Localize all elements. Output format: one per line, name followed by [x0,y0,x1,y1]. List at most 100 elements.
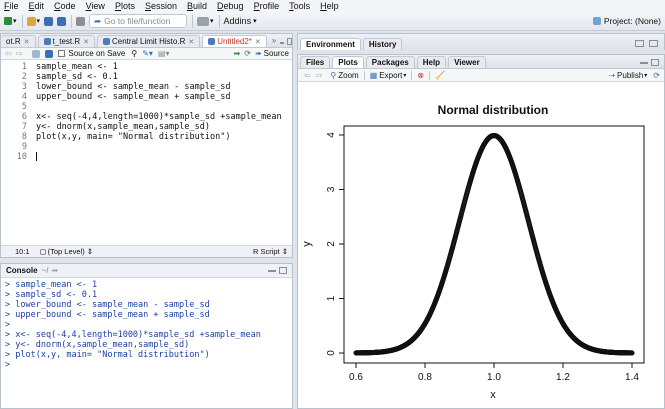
plots-toolbar: ⇦ ⇨ ⚲ Zoom ▦ Export ▾ ⊗ 🧹 ⇢ Publish ▾ ⟳ [298,69,664,82]
addins-label: Addins [223,16,252,26]
toolbar-divider [192,14,194,28]
minimize-icon[interactable] [640,62,648,64]
run-icon[interactable]: ➡ [234,49,241,58]
show-in-window-icon[interactable] [32,49,41,58]
tab-central-limit[interactable]: Central Limit Histo.R ✕ [97,35,201,47]
goto-file-input[interactable]: ➦ Go to file/function [89,14,188,28]
forward-icon[interactable]: ⇨ [316,71,323,80]
back-icon[interactable]: ⇦ [5,49,12,58]
tab-help[interactable]: Help [416,56,447,68]
line-number: 10 [16,152,27,162]
main-toolbar: ▾ ▾ ➦ Go to file/function ▾ Addins ▾ Proje… [0,12,665,31]
remove-plot-icon[interactable]: ⊗ [417,71,424,80]
maximize-icon[interactable] [649,40,658,47]
maximize-icon[interactable] [651,59,659,66]
save-all-icon[interactable] [57,14,67,28]
console-output[interactable]: > sample_mean <- 1 > sample_sd <- 0.1 > lo… [1,279,292,408]
clear-plots-icon[interactable]: 🧹 [435,71,445,80]
goto-arrow-icon: ➦ [94,15,102,26]
open-project-icon[interactable]: ▾ [26,14,40,28]
scope-selector[interactable]: (Top Level) ⇕ [39,247,93,256]
close-icon[interactable]: ✕ [188,38,194,46]
x-tick-label: 0.6 [349,372,363,383]
toolbar-divider [411,70,413,80]
zoom-label: Zoom [338,70,359,80]
go-to-dir-icon[interactable]: ➦ [51,266,58,275]
addins-button[interactable]: Addins ▾ [224,14,257,28]
menu-help[interactable]: Help [320,1,339,11]
tab-t-test-r[interactable]: t_test.R ✕ [37,35,95,47]
r-file-icon [43,38,51,45]
menu-code[interactable]: Code [54,1,76,11]
menu-view[interactable]: View [86,1,105,11]
code-area[interactable]: 1 sample_mean <- 1 2 sample_sd <- 0.1 3 lower… [1,61,292,244]
tab-files[interactable]: Files [300,56,331,68]
toolbar-divider [363,70,365,80]
project-menu[interactable]: Project: (None) [592,14,661,28]
close-icon[interactable]: ✕ [24,38,30,46]
tab-plots[interactable]: Plots [332,56,364,68]
source-on-save-checkbox[interactable] [58,50,66,57]
maximize-icon[interactable] [287,38,292,45]
maximize-icon[interactable] [279,267,287,274]
console-line: > lower_bound <- sample_mean - sample_sd [5,300,210,310]
minimize-icon[interactable] [268,269,276,272]
close-icon[interactable]: ✕ [83,38,89,46]
menu-file[interactable]: File [4,1,19,11]
menu-plots[interactable]: Plots [115,1,135,11]
tab-history[interactable]: History [362,38,403,50]
tab-untitled2[interactable]: Untitled2* ✕ [202,35,267,47]
source-label: Source [263,49,289,58]
goto-placeholder: Go to file/function [104,16,171,26]
close-icon[interactable]: ✕ [255,38,261,46]
source-button[interactable]: ➠ Source [255,49,289,58]
compile-icon[interactable]: ▤▾ [158,49,170,58]
editor-status-bar: 10:1 (Top Level) ⇕ R Script ⇕ [1,245,292,257]
grid-icon[interactable]: ▾ [197,14,214,28]
refresh-icon[interactable]: ⟳ [653,71,660,80]
console-pane: Console ~/ ➦ > sample_mean <- 1 > sample_… [0,263,293,409]
publish-label: Publish [617,70,644,80]
print-icon[interactable] [76,14,86,28]
menu-session[interactable]: Session [145,1,177,11]
toolbar-divider [429,70,431,80]
publish-button[interactable]: ⇢ Publish ▾ [608,71,647,80]
y-tick-label: 3 [326,186,337,192]
line-number: 4 [21,92,27,102]
source-arrow-icon: ➠ [254,49,262,58]
minimize-icon[interactable] [280,42,285,44]
console-line: > sample_mean <- 1 [5,280,98,290]
menu-bar: File Edit Code View Plots Session Build … [0,0,665,12]
plots-pane: Files Plots Packages Help Viewer ⇦ ⇨ ⚲ Zo… [297,54,665,409]
tab-environment[interactable]: Environment [300,38,361,50]
menu-tools[interactable]: Tools [289,1,310,11]
tab-label: ot.R [6,37,21,46]
wand-icon[interactable]: ✎▾ [142,49,153,58]
x-tick-label: 0.8 [418,372,432,383]
save-icon[interactable] [44,14,54,28]
save-icon[interactable] [45,49,54,58]
zoom-button[interactable]: ⚲ Zoom [330,71,358,80]
menu-debug[interactable]: Debug [217,1,244,11]
tab-packages[interactable]: Packages [365,56,415,68]
x-tick-label: 1.4 [625,372,639,383]
export-button[interactable]: ▦ Export ▾ [370,71,407,80]
restore-icon[interactable] [635,40,644,47]
tab-viewer[interactable]: Viewer [448,56,486,68]
rerun-icon[interactable]: ⟳ [244,49,251,58]
more-tabs-icon[interactable]: » [272,36,276,45]
file-type-selector[interactable]: R Script ⇕ [253,247,288,256]
menu-edit[interactable]: Edit [29,1,45,11]
tab-ot-r[interactable]: ot.R ✕ [1,35,36,47]
publish-icon: ⇢ [608,70,616,80]
forward-icon[interactable]: ⇨ [16,49,23,58]
tab-label: Files [306,58,325,67]
back-icon[interactable]: ⇦ [304,71,311,80]
console-header: Console ~/ ➦ [1,264,292,278]
menu-profile[interactable]: Profile [254,1,280,11]
menu-build[interactable]: Build [187,1,207,11]
new-file-icon[interactable]: ▾ [4,14,17,28]
y-tick-label: 1 [326,295,337,301]
code-line: upper_bound <- sample_mean + sample_sd [36,92,231,102]
search-icon[interactable]: ⚲ [131,49,137,58]
